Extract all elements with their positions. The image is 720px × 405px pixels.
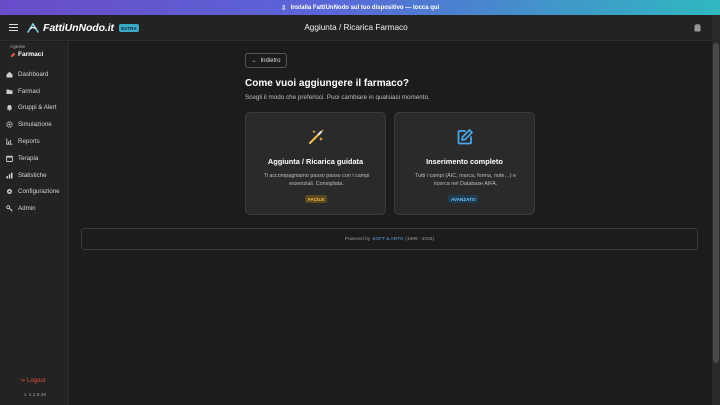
full-entry-description: Tutti i campi (AIC, marca, forma, note…)… — [414, 173, 517, 187]
sidebar-nav: Dashboard Farmaci Gruppi & Alert Simulaz… — [0, 66, 69, 217]
back-button-label: Indietro — [260, 57, 281, 64]
section-title: Come vuoi aggiungere il farmaco? — [245, 78, 409, 89]
sidebar-item-terapia[interactable]: Terapia — [0, 150, 69, 167]
chart-icon — [6, 138, 13, 145]
sidebar-item-label: Reports — [18, 138, 40, 146]
agent-name-text: Farmaci — [18, 51, 44, 58]
logout-icon: ↪ — [20, 378, 26, 384]
guided-mode-title: Aggiunta / Ricarica guidata — [267, 157, 364, 166]
top-bar: FattiUnNodo.it EXTRA Aggiunta / Ricarica… — [0, 15, 712, 41]
footer-prefix: Powered by — [344, 236, 371, 242]
stats-icon — [6, 172, 13, 179]
cog-icon — [6, 188, 13, 195]
easy-badge: FACILE — [305, 195, 328, 203]
install-banner-text: Installa FattiUnNodo sul tuo dispositivo… — [290, 4, 440, 11]
sidebar-item-label: Configurazione — [18, 188, 60, 196]
sidebar-item-reports[interactable]: Reports — [0, 133, 69, 150]
sidebar-item-configurazione[interactable]: Configurazione — [0, 184, 69, 201]
bell-icon — [6, 104, 13, 112]
edit-icon — [457, 129, 473, 145]
install-banner[interactable]: ⇩ Installa FattiUnNodo sul tuo dispositi… — [0, 0, 720, 15]
sidebar-item-label: Terapia — [18, 154, 39, 162]
sidebar-item-label: Gruppi & Alert — [18, 104, 57, 112]
sidebar-item-dashboard[interactable]: Dashboard — [0, 66, 69, 83]
full-entry-title: Inserimento completo — [426, 157, 503, 166]
sidebar: Agente Farmaci Dashboard Farmaci Gruppi … — [0, 42, 69, 405]
agent-name: Farmaci — [10, 51, 43, 58]
logout-button[interactable]: ↪ Logout — [20, 377, 46, 385]
sidebar-item-farmaci[interactable]: Farmaci — [0, 83, 69, 100]
folder-icon — [6, 88, 13, 95]
guided-mode-description: Ti accompagniamo passo passo con i campi… — [263, 173, 370, 187]
full-entry-card[interactable]: Inserimento completo Tutti i campi (AIC,… — [394, 112, 535, 215]
magic-wand-icon — [309, 129, 324, 144]
advanced-badge: AVANZATO — [448, 195, 479, 203]
sidebar-item-gruppi-alert[interactable]: Gruppi & Alert — [0, 100, 69, 117]
section-subtitle: Scegli il modo che preferisci. Puoi camb… — [245, 94, 430, 101]
key-icon — [6, 205, 13, 212]
gear-icon — [6, 121, 13, 128]
sidebar-item-label: Statistiche — [18, 171, 47, 179]
scrollbar-thumb[interactable] — [713, 43, 719, 363]
pill-icon — [10, 52, 16, 57]
sidebar-item-label: Admin — [18, 205, 36, 213]
footer: Powered by SOFT & ARTS (1999 - 2026) — [81, 228, 698, 250]
download-icon: ⇩ — [280, 4, 287, 12]
calendar-icon — [6, 155, 13, 162]
sidebar-item-label: Dashboard — [18, 70, 49, 78]
sidebar-item-admin[interactable]: Admin — [0, 200, 69, 217]
arrow-left-icon: ← — [251, 57, 258, 64]
sidebar-item-statistiche[interactable]: Statistiche — [0, 167, 69, 184]
app-version: v. 2.2.8.49 — [24, 393, 47, 398]
sidebar-item-simulazione[interactable]: Simulazione — [0, 116, 69, 133]
agent-label: Agente — [10, 45, 26, 50]
notification-icon[interactable] — [694, 24, 701, 32]
sidebar-item-label: Simulazione — [18, 121, 52, 129]
guided-mode-card[interactable]: Aggiunta / Ricarica guidata Ti accompagn… — [245, 112, 386, 215]
footer-link[interactable]: SOFT & ARTS — [372, 237, 403, 242]
logout-label: Logout — [27, 377, 46, 384]
footer-years: (1999 - 2026) — [405, 236, 435, 242]
page-title: Aggiunta / Ricarica Farmaco — [304, 23, 408, 32]
home-icon — [6, 71, 13, 78]
back-button[interactable]: ← Indietro — [245, 53, 287, 68]
sidebar-item-label: Farmaci — [18, 87, 41, 95]
